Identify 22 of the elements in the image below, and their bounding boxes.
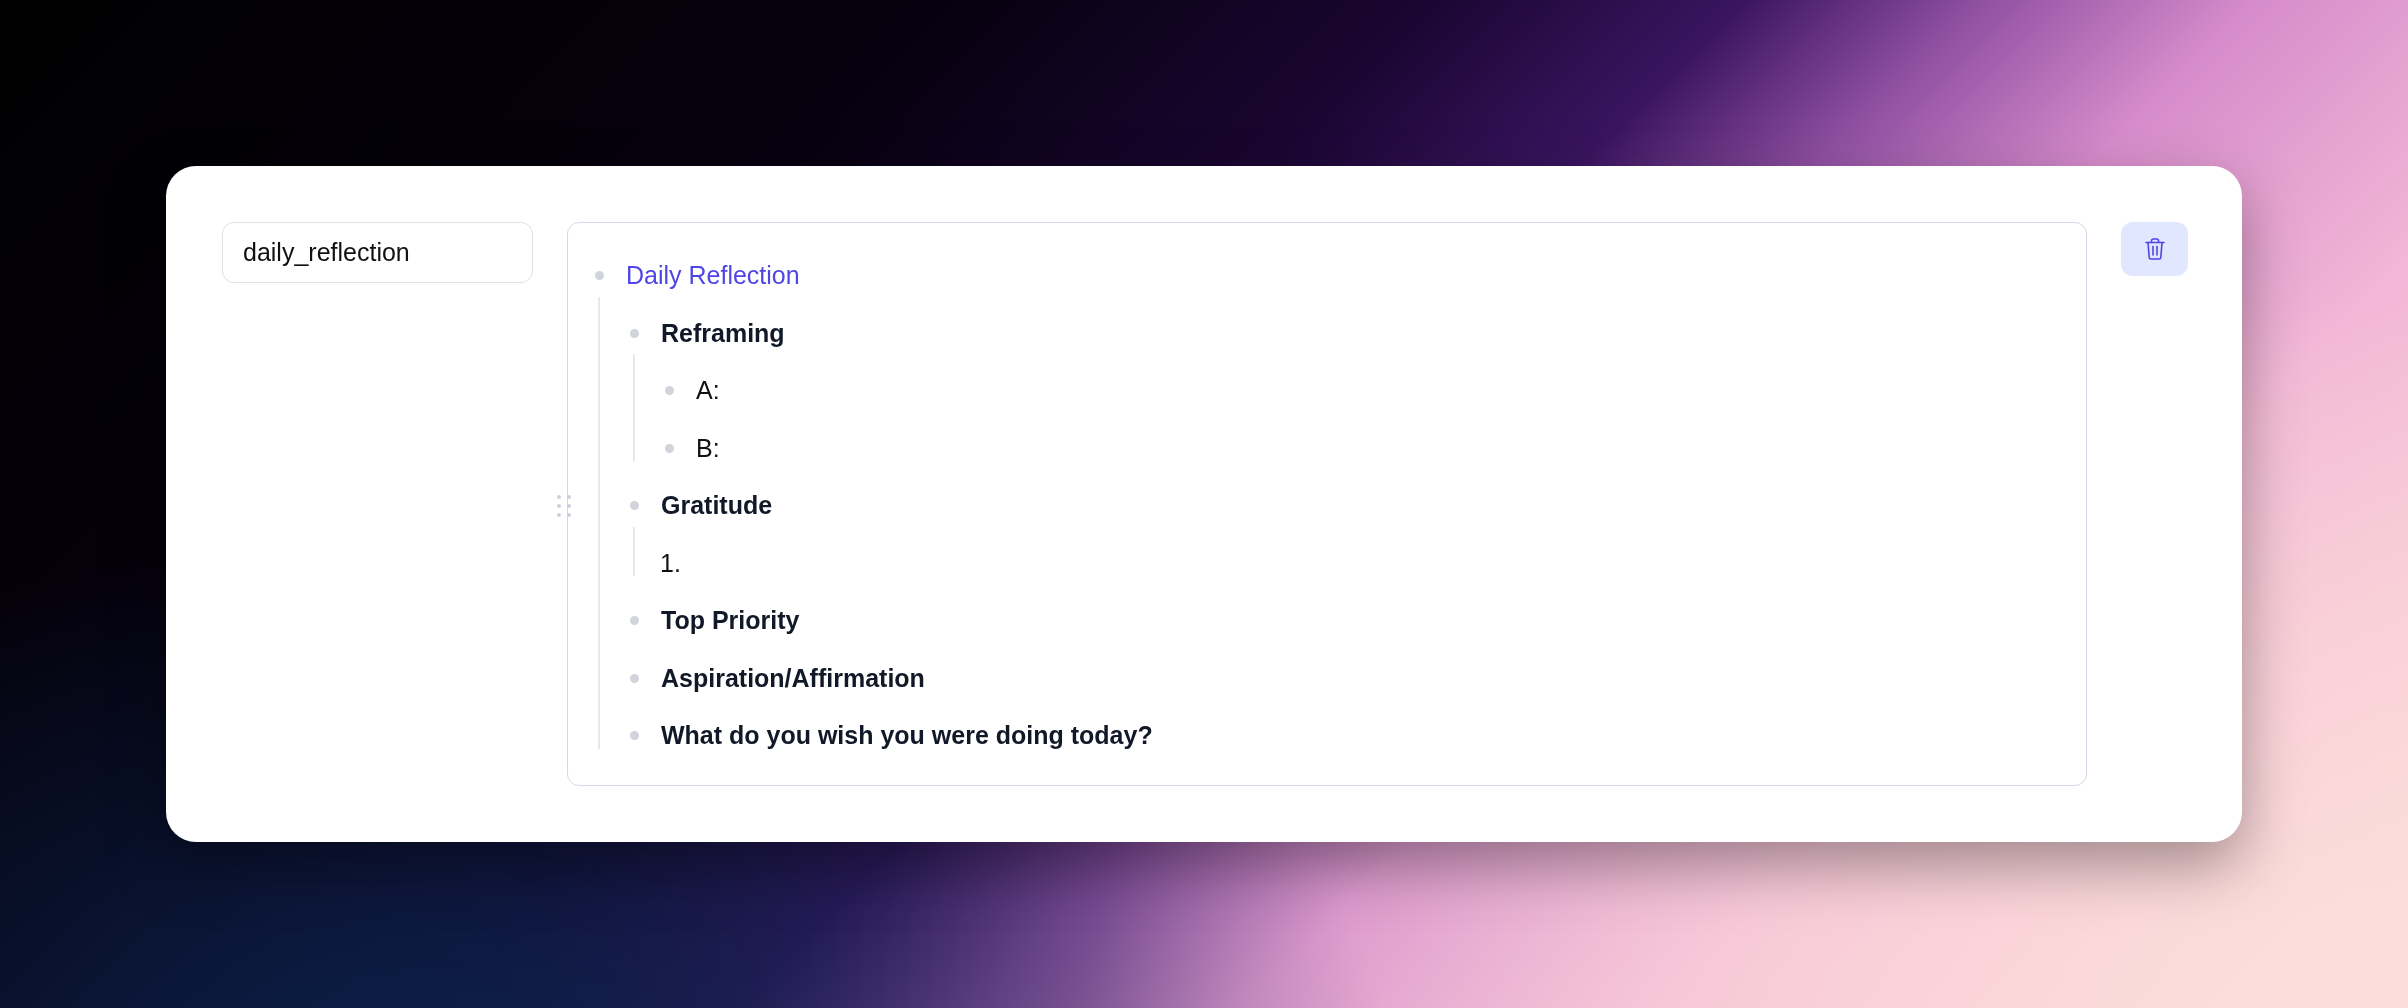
bullet-icon [629, 673, 639, 683]
bullet-icon [664, 386, 674, 396]
section-heading: Aspiration/Affirmation [661, 662, 925, 694]
bullet-icon [594, 271, 604, 281]
numbered-item-text: 1. [660, 547, 681, 579]
bullet-icon [629, 616, 639, 626]
list-item-text: B: [696, 432, 720, 464]
outline-title: Daily Reflection [626, 260, 800, 292]
section-heading: Reframing [661, 317, 785, 349]
trash-icon [2144, 238, 2165, 260]
section-heading: Gratitude [661, 490, 773, 522]
delete-button[interactable] [2121, 222, 2188, 276]
bullet-icon [664, 443, 674, 453]
section-heading: What do you wish you were doing today? [661, 720, 1153, 752]
section-heading: Top Priority [661, 605, 800, 637]
name-input[interactable]: daily_reflection [222, 222, 533, 283]
drag-handle-icon[interactable] [557, 494, 571, 517]
bullet-icon [629, 731, 639, 741]
bullet-icon [629, 501, 639, 511]
list-item-text: A: [696, 375, 720, 407]
bullet-icon [629, 328, 639, 338]
outline-editor[interactable]: Daily Reflection Reframing A: B: Gratitude 1. Top Priority Aspiration/Affirmation What do you wish you were doing today? [567, 222, 2087, 786]
